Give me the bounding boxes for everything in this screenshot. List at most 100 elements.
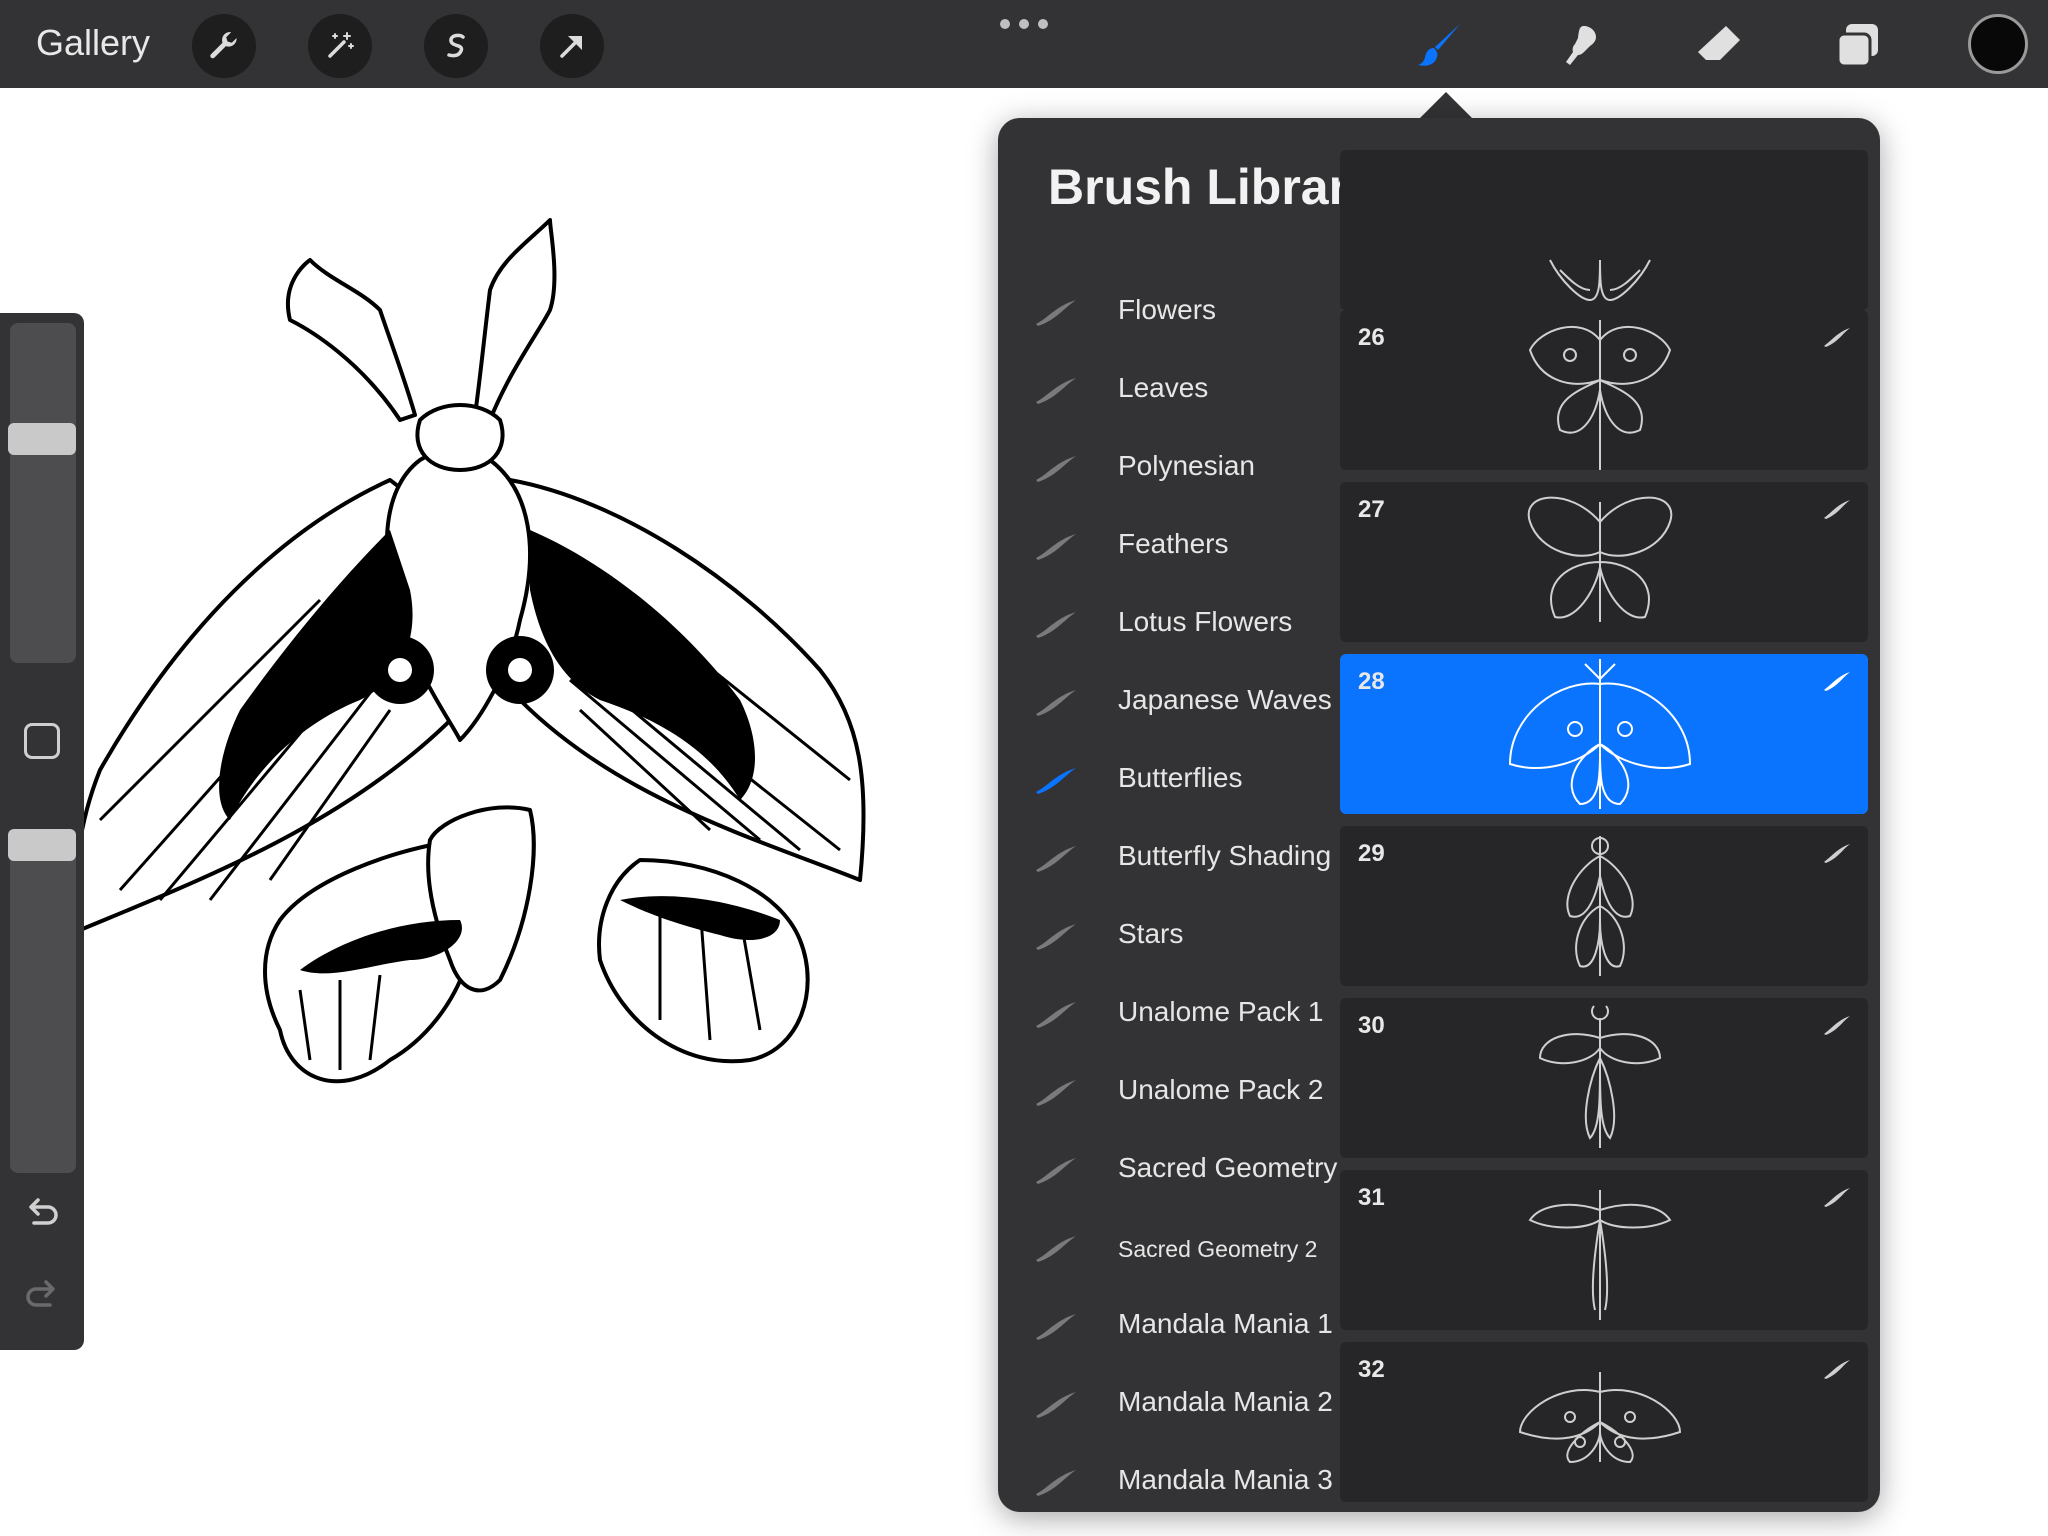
brush-preview (1508, 659, 1692, 809)
top-toolbar: Gallery (0, 0, 2048, 88)
gallery-button[interactable]: Gallery (36, 22, 150, 64)
brush-set-item[interactable]: Mandala Mania 1 (998, 1288, 1340, 1366)
brush-set-item[interactable]: Polynesian (998, 430, 1340, 508)
brush-number: 28 (1358, 668, 1385, 695)
brush-card[interactable]: 30 (1340, 998, 1868, 1158)
brush-set-item[interactable]: Unalome Pack 2 (998, 1054, 1340, 1132)
brush-preview (1549, 259, 1651, 302)
brush-preview (1538, 1005, 1662, 1148)
brush-stroke-icon (1824, 500, 1850, 519)
brush-size-slider[interactable] (10, 323, 76, 663)
brush-stroke-icon (1036, 1080, 1076, 1106)
brush-card[interactable]: 28 (1340, 654, 1868, 814)
brush-set-item[interactable]: Flowers (998, 274, 1340, 352)
brush-set-label: Stars (1118, 918, 1184, 949)
brush-card[interactable]: 27 (1340, 482, 1868, 642)
brush-set-item[interactable]: Mandala Mania 3 (998, 1444, 1340, 1512)
brush-stroke-icon (1036, 300, 1076, 326)
brush-set-item[interactable]: Japanese Waves (998, 664, 1340, 742)
brush-number: 26 (1358, 324, 1385, 351)
brush-card-partial[interactable] (1340, 150, 1868, 310)
brush-set-list: Flowers Leaves Polynesian Feathers Lotus Flo… (998, 274, 1340, 1512)
modify-square-icon[interactable] (24, 723, 60, 759)
brush-stroke-icon (1036, 1470, 1076, 1496)
brush-stroke-icon (1824, 328, 1850, 347)
brush-set-item[interactable]: Mandala Mania 2 (998, 1366, 1340, 1444)
undo-icon[interactable] (22, 1193, 62, 1233)
brush-set-label: Polynesian (1118, 450, 1255, 481)
brush-card[interactable]: 29 (1340, 826, 1868, 986)
brush-set-label: Butterflies (1118, 762, 1243, 793)
brush-stroke-icon (1036, 846, 1076, 872)
brush-icon[interactable] (1410, 16, 1470, 76)
brush-stroke-icon (1036, 1158, 1076, 1184)
brush-number: 29 (1358, 840, 1385, 867)
opacity-slider[interactable] (10, 833, 76, 1173)
brush-set-label: Leaves (1118, 372, 1209, 403)
brush-set-item[interactable]: Butterflies (998, 742, 1340, 820)
brush-stroke-icon (1036, 612, 1076, 638)
brush-preview (1566, 836, 1634, 976)
brush-set-label: Mandala Mania 3 (1118, 1464, 1333, 1495)
brush-set-label: Flowers (1118, 294, 1217, 325)
brush-card[interactable]: 31 (1340, 1170, 1868, 1330)
smudge-icon[interactable] (1550, 16, 1610, 76)
brush-stroke-icon (1036, 534, 1076, 560)
brush-preview (1527, 496, 1673, 622)
brush-number: 31 (1358, 1184, 1385, 1211)
opacity-thumb[interactable] (8, 829, 76, 861)
redo-icon[interactable] (22, 1275, 62, 1315)
brush-set-label: Butterfly Shading (1118, 840, 1332, 871)
brush-set-label: Unalome Pack 1 (1118, 996, 1324, 1027)
brush-stroke-icon (1036, 456, 1076, 482)
brush-set-item[interactable]: Butterfly Shading (998, 820, 1340, 898)
brush-set-item[interactable]: Feathers (998, 508, 1340, 586)
brush-set-label: Unalome Pack 2 (1118, 1074, 1324, 1105)
magic-wand-icon[interactable] (308, 14, 372, 78)
transform-arrow-icon[interactable] (540, 14, 604, 78)
brush-list: 26 27 28 29 30 31 32 (1340, 150, 1868, 1512)
brush-preview (1528, 320, 1672, 470)
brush-stroke-icon (1036, 378, 1076, 404)
wrench-icon[interactable] (192, 14, 256, 78)
brush-stroke-icon (1036, 1002, 1076, 1028)
brush-set-item[interactable]: Leaves (998, 352, 1340, 430)
eraser-icon[interactable] (1688, 16, 1748, 76)
brush-set-item[interactable]: Sacred Geometry (998, 1132, 1340, 1210)
brush-set-label: Sacred Geometry 2 (1118, 1236, 1318, 1262)
brush-size-thumb[interactable] (8, 423, 76, 455)
brush-card[interactable]: 32 (1340, 1342, 1868, 1502)
selection-icon[interactable] (424, 14, 488, 78)
brush-stroke-icon (1824, 1188, 1850, 1207)
brush-set-label: Lotus Flowers (1118, 606, 1293, 637)
brush-preview (1528, 1190, 1672, 1320)
left-sidebar (0, 313, 84, 1350)
brush-stroke-icon (1036, 690, 1076, 716)
brush-set-label: Feathers (1118, 528, 1229, 559)
layers-icon[interactable] (1828, 16, 1888, 76)
brush-stroke-icon (1824, 844, 1850, 863)
library-title: Brush Library (1048, 159, 1376, 215)
brush-set-item[interactable]: Unalome Pack 1 (998, 976, 1340, 1054)
brush-number: 32 (1358, 1356, 1385, 1383)
brush-number: 27 (1358, 496, 1385, 523)
brush-stroke-icon (1036, 1236, 1076, 1262)
brush-stroke-icon (1824, 1016, 1850, 1035)
brush-set-item[interactable]: Sacred Geometry 2 (998, 1210, 1340, 1288)
brush-library-panel: Brush Library Flowers Leaves Polynesian Fea… (998, 118, 1880, 1512)
color-swatch[interactable] (1968, 14, 2028, 74)
canvas-moth-drawing[interactable] (60, 200, 1020, 1120)
brush-preview (1518, 1372, 1682, 1464)
brush-card[interactable]: 26 (1340, 310, 1868, 470)
brush-stroke-icon (1824, 1360, 1850, 1379)
brush-set-label: Japanese Waves (1118, 684, 1332, 715)
brush-set-item[interactable]: Stars (998, 898, 1340, 976)
brush-set-item[interactable]: Lotus Flowers (998, 586, 1340, 664)
brush-stroke-icon (1036, 1314, 1076, 1340)
more-options-icon[interactable] (1000, 14, 1048, 34)
brush-set-label: Mandala Mania 2 (1118, 1386, 1333, 1417)
brush-stroke-icon (1036, 1392, 1076, 1418)
brush-stroke-icon (1036, 768, 1076, 794)
popover-arrow (1420, 92, 1472, 118)
brush-set-label: Mandala Mania 1 (1118, 1308, 1333, 1339)
